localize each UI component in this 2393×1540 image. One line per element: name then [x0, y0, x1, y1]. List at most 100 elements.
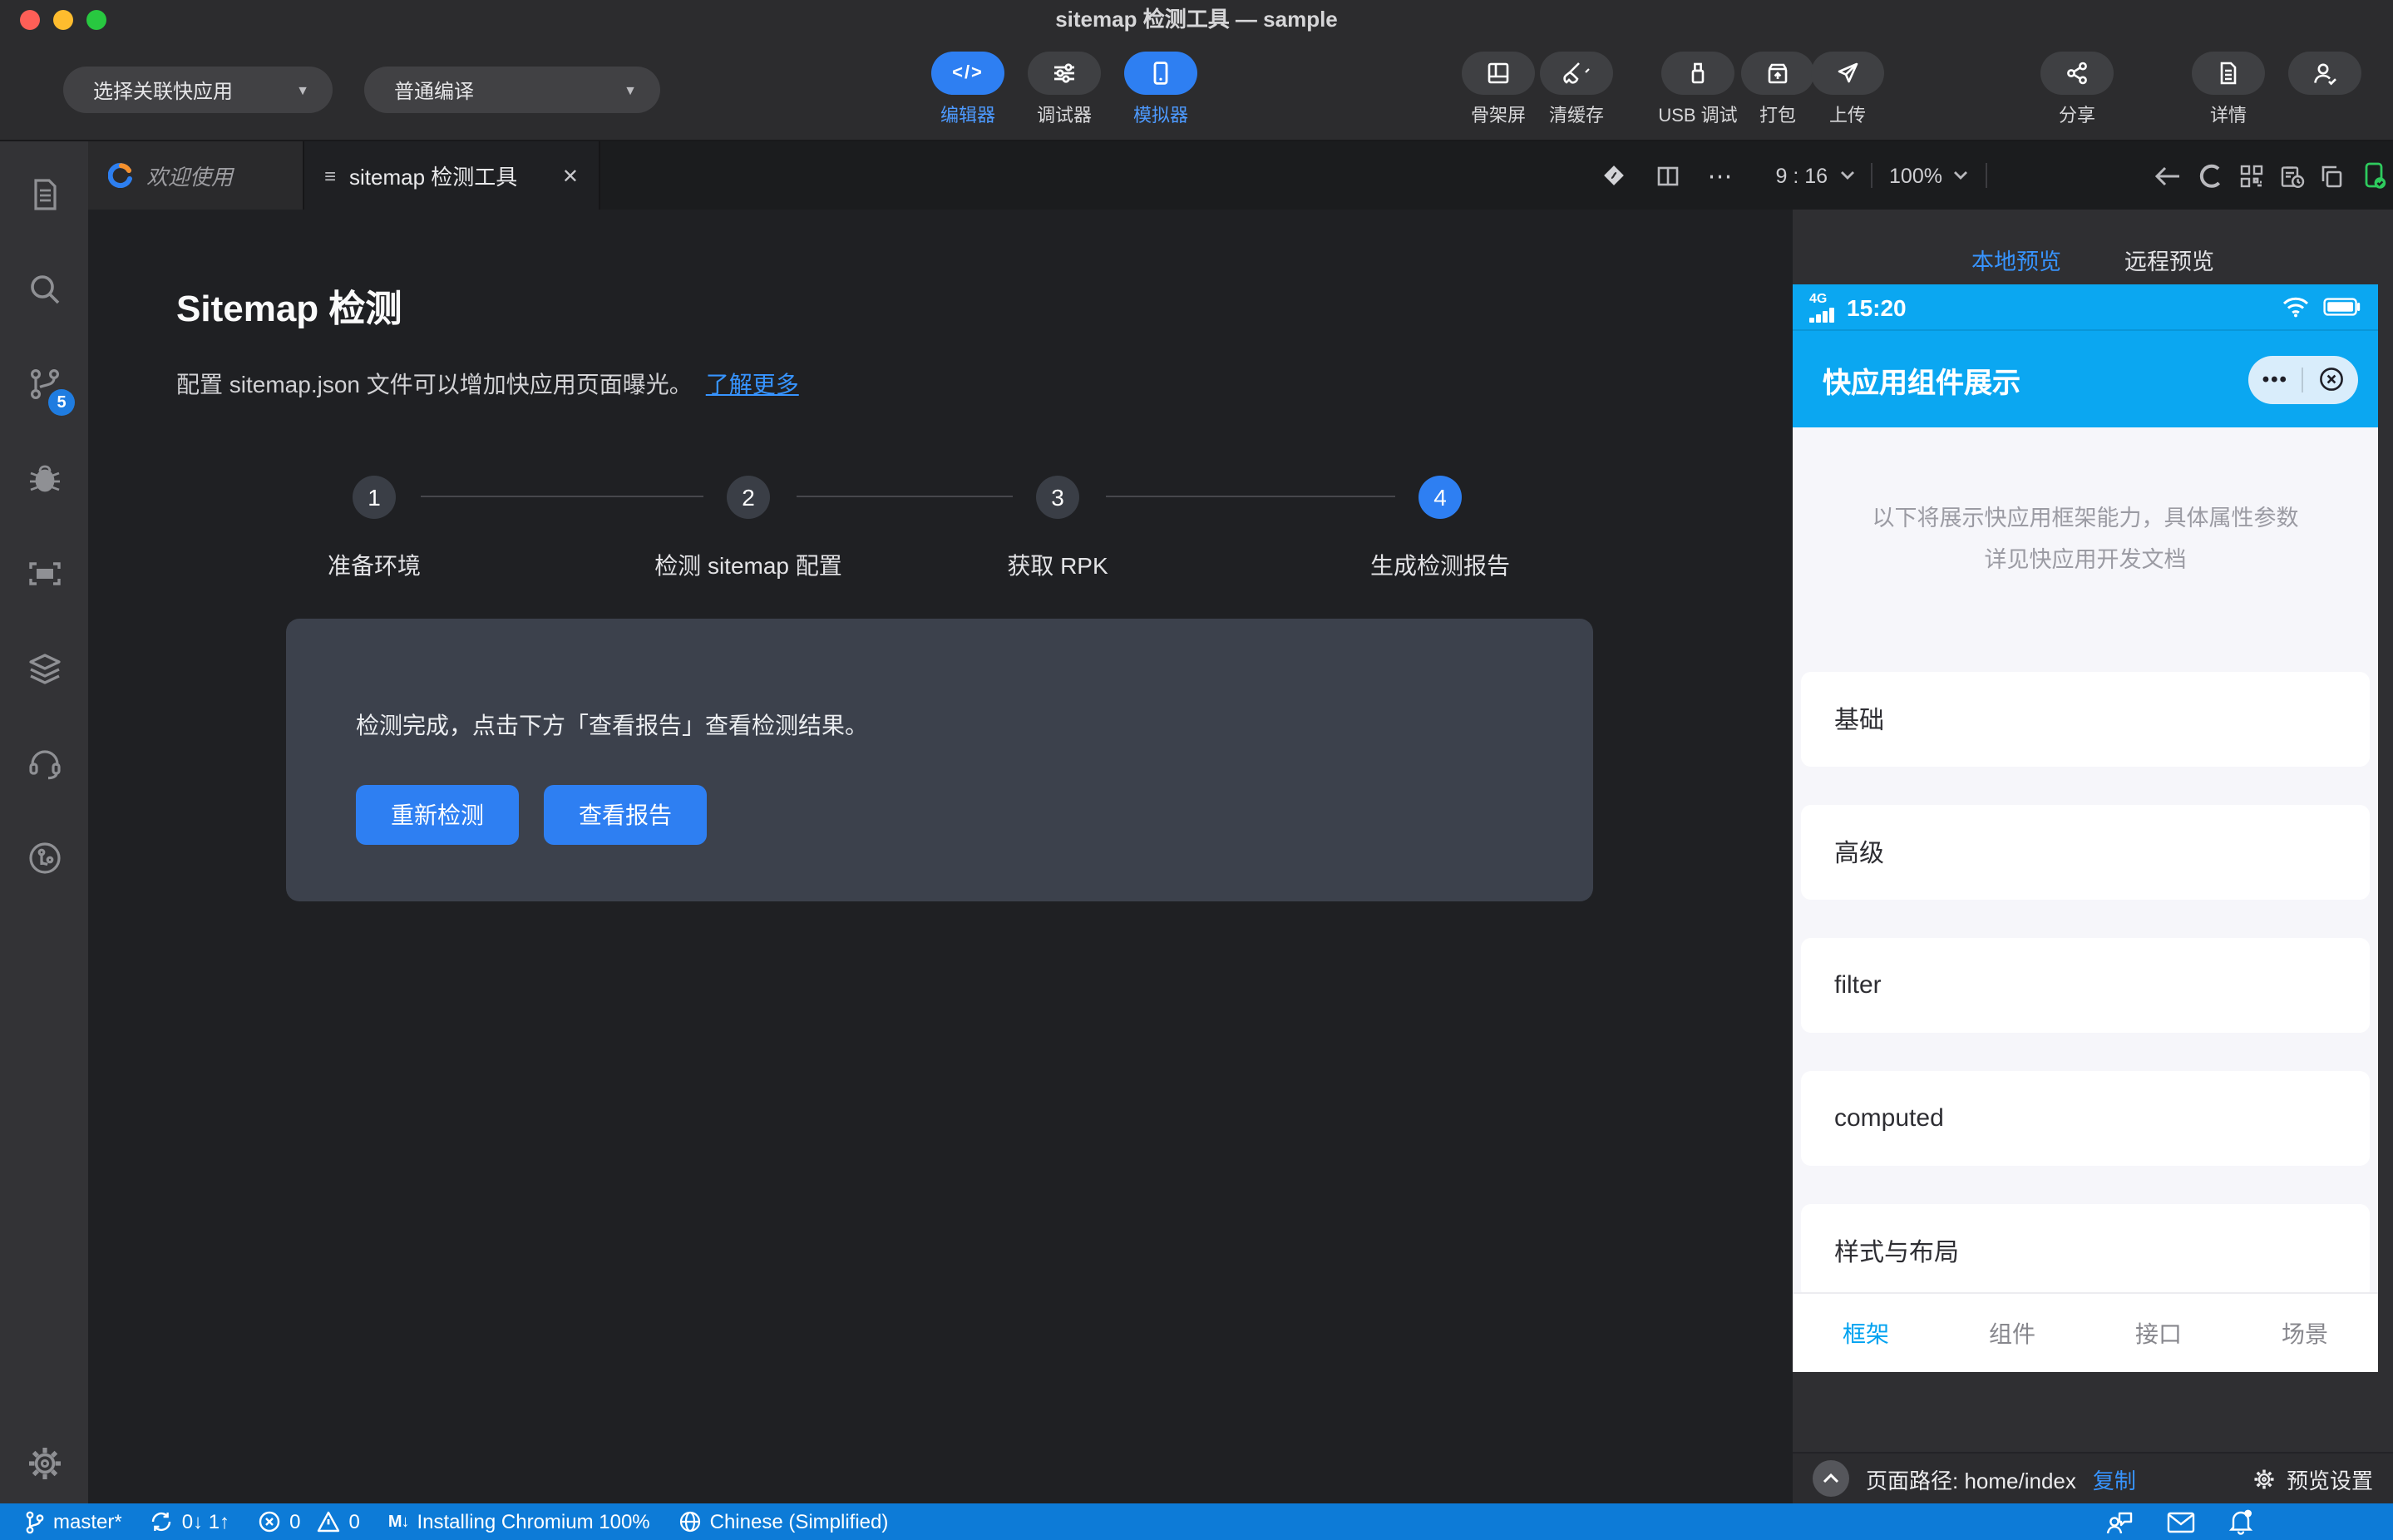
- language-label: Chinese (Simplified): [709, 1510, 889, 1533]
- warning-icon: [315, 1510, 340, 1533]
- sidebar-item-version-timeline[interactable]: [0, 810, 88, 905]
- strip-controls: ⋯ 9 : 16 100%: [1601, 141, 2388, 210]
- feedback-icon[interactable]: [2105, 1509, 2134, 1534]
- page-path-bar: 页面路径: home/index 复制 预览设置: [1793, 1452, 2393, 1503]
- format-icon[interactable]: [1601, 163, 1626, 188]
- divider: [1986, 163, 1987, 188]
- list-item-filter[interactable]: filter: [1801, 938, 2370, 1033]
- log-report-icon[interactable]: [2278, 162, 2305, 189]
- tab-welcome[interactable]: 欢迎使用: [88, 141, 304, 210]
- sidebar-item-source-control[interactable]: 5: [0, 336, 88, 431]
- preview-settings-label: 预览设置: [2286, 1468, 2373, 1493]
- error-count: 0: [289, 1510, 301, 1533]
- qr-code-icon[interactable]: [2238, 162, 2265, 189]
- phone-tab-components[interactable]: 组件: [1939, 1316, 2085, 1350]
- headset-icon: [24, 743, 64, 782]
- copy-path-link[interactable]: 复制: [2093, 1463, 2136, 1494]
- list-item-basic[interactable]: 基础: [1801, 672, 2370, 767]
- layers-icon: [24, 648, 64, 688]
- share-button[interactable]: 分享: [2027, 52, 2127, 128]
- phone-tab-bar: 框架 组件 接口 场景: [1793, 1292, 2378, 1372]
- recheck-button[interactable]: 重新检测: [356, 785, 519, 845]
- back-icon[interactable]: [2154, 164, 2182, 187]
- aspect-ratio-dropdown[interactable]: [1839, 170, 1856, 181]
- clear-cache-button[interactable]: 清缓存: [1527, 52, 1626, 128]
- compile-mode-label: 普通编译: [394, 79, 475, 102]
- compile-mode-dropdown[interactable]: 普通编译 ▼: [364, 67, 660, 113]
- problems-status[interactable]: 0 0: [258, 1510, 360, 1533]
- sidebar-item-screenshot[interactable]: [0, 526, 88, 620]
- account-button[interactable]: [2275, 52, 2375, 101]
- chevron-down-icon: ▼: [624, 82, 637, 97]
- zoom-level-dropdown[interactable]: [1952, 170, 1969, 181]
- battery-icon: [2323, 298, 2361, 316]
- sidebar-item-layers[interactable]: [0, 620, 88, 715]
- phone-tab-interfaces[interactable]: 接口: [2085, 1316, 2232, 1350]
- device-connected-icon[interactable]: [2360, 161, 2388, 190]
- local-preview-label: 本地预览: [1971, 249, 2061, 274]
- split-view-icon[interactable]: [1654, 162, 1680, 189]
- sidebar-item-support[interactable]: [0, 715, 88, 810]
- phone-time: 15:20: [1847, 294, 1907, 320]
- network-type-label: 4G: [1809, 290, 1828, 305]
- language-status[interactable]: Chinese (Simplified): [678, 1510, 889, 1533]
- preview-tabs: 本地预览 远程预览: [1793, 210, 2393, 293]
- phone-tab-framework[interactable]: 框架: [1793, 1316, 1939, 1350]
- list-item-style-layout[interactable]: 样式与布局: [1801, 1204, 2370, 1299]
- usb-icon: [1685, 60, 1711, 86]
- app-select-label: 选择关联快应用: [93, 79, 234, 102]
- phone-content: 以下将展示快应用框架能力，具体属性参数 详见快应用开发文档 基础 高级 filt…: [1793, 427, 2378, 1299]
- sliders-icon: [1051, 60, 1078, 86]
- broom-icon: [1560, 60, 1593, 86]
- mail-icon[interactable]: [2167, 1511, 2195, 1533]
- notification-bell-icon[interactable]: [2228, 1508, 2253, 1535]
- sync-status[interactable]: 0↓ 1↑: [150, 1510, 229, 1533]
- phone-app-header: 快应用组件展示 •••: [1793, 329, 2378, 427]
- close-tab-icon[interactable]: ✕: [562, 164, 579, 187]
- ide-window: sitemap 检测工具 — sample 选择关联快应用 ▼ 普通编译 ▼ <…: [0, 0, 2393, 1540]
- task-label: Installing Chromium 100%: [417, 1510, 650, 1533]
- result-message: 检测完成，点击下方「查看报告」查看检测结果。: [356, 712, 868, 738]
- details-button[interactable]: 详情: [2178, 52, 2278, 128]
- gear-icon: [22, 1442, 66, 1485]
- list-item-computed[interactable]: computed: [1801, 1071, 2370, 1166]
- sidebar-item-search[interactable]: [0, 241, 88, 336]
- view-report-button[interactable]: 查看报告: [544, 785, 707, 845]
- result-card: 检测完成，点击下方「查看报告」查看检测结果。 重新检测 查看报告: [286, 619, 1593, 901]
- tab-sitemap-label: sitemap 检测工具: [349, 165, 518, 190]
- debugger-mode-button[interactable]: 调试器: [1014, 52, 1114, 128]
- step-4-number: 4: [1419, 476, 1462, 519]
- editor-mode-button[interactable]: </> 编辑器: [918, 52, 1018, 128]
- app-select-dropdown[interactable]: 选择关联快应用 ▼: [63, 67, 333, 113]
- tab-sitemap-tool[interactable]: ≡ sitemap 检测工具 ✕: [304, 141, 600, 210]
- learn-more-link[interactable]: 了解更多: [706, 368, 799, 401]
- wifi-icon: [2282, 296, 2310, 318]
- remote-preview-label: 远程预览: [2124, 249, 2214, 274]
- menu-dots-icon[interactable]: •••: [2262, 368, 2288, 391]
- document-icon: [24, 174, 64, 214]
- phone-tab-scenes[interactable]: 场景: [2232, 1316, 2378, 1350]
- component-list: 基础 高级 filter computed 样式与布局: [1793, 672, 2378, 1299]
- list-item-advanced[interactable]: 高级: [1801, 805, 2370, 900]
- simulator-mode-button[interactable]: 模拟器: [1111, 52, 1211, 128]
- copy-window-icon[interactable]: [2318, 162, 2345, 189]
- refresh-icon[interactable]: [2197, 162, 2223, 189]
- intro-text: 以下将展示快应用框架能力，具体属性参数 详见快应用开发文档: [1872, 506, 2299, 572]
- sidebar-item-explorer[interactable]: [0, 146, 88, 241]
- search-icon: [24, 269, 64, 308]
- close-circle-icon[interactable]: [2317, 366, 2344, 392]
- phone-simulator: 4G 15:20 快应用组件展示 ••• 以下将展示快应用框架能力，具体属性参数…: [1793, 284, 2378, 1372]
- task-status[interactable]: M↓ Installing Chromium 100%: [388, 1510, 650, 1533]
- page-description: 配置 sitemap.json 文件可以增加快应用页面曝光。: [176, 371, 693, 397]
- tab-welcome-label: 欢迎使用: [146, 165, 234, 190]
- more-actions-icon[interactable]: ⋯: [1707, 160, 1732, 190]
- branch-status[interactable]: master*: [23, 1509, 122, 1534]
- preview-settings-button[interactable]: 预览设置: [2252, 1463, 2373, 1494]
- sidebar-item-debug[interactable]: [0, 431, 88, 526]
- collapse-chevron-icon[interactable]: [1813, 1460, 1849, 1497]
- aspect-ratio-value: 9 : 16: [1775, 164, 1828, 187]
- upload-button[interactable]: 上传: [1798, 52, 1897, 128]
- divider: [1871, 163, 1873, 188]
- sidebar-item-settings[interactable]: [0, 1424, 88, 1503]
- step-2-label: 检测 sitemap 配置: [654, 552, 842, 579]
